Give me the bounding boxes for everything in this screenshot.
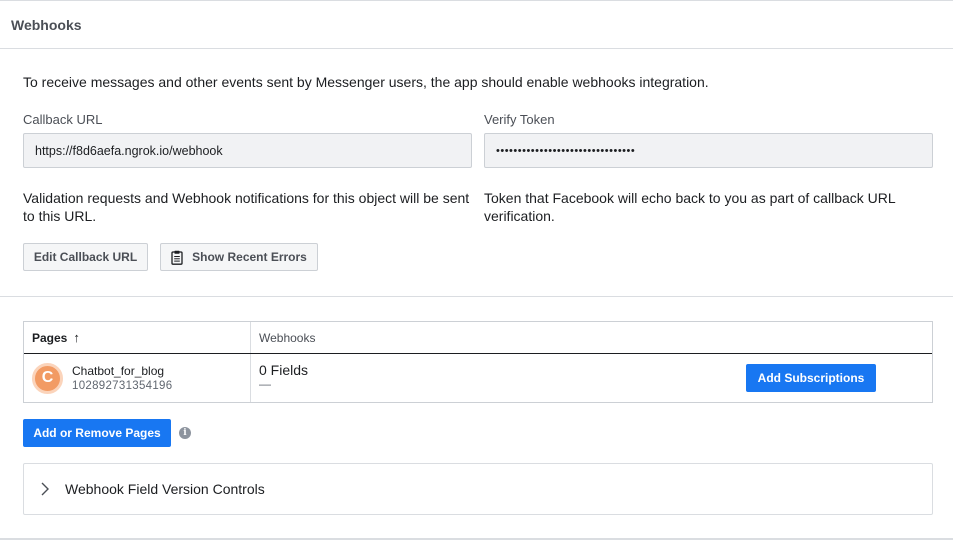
callback-url-label: Callback URL bbox=[23, 112, 103, 127]
sort-ascending-icon: ↑ bbox=[73, 330, 80, 345]
show-recent-errors-label: Show Recent Errors bbox=[192, 250, 307, 264]
page-cell: C Chatbot_for_blog 102892731354196 bbox=[24, 354, 251, 402]
column-header-pages[interactable]: Pages ↑ bbox=[24, 322, 251, 353]
verify-token-label: Verify Token bbox=[484, 112, 555, 127]
callback-url-help: Validation requests and Webhook notifica… bbox=[23, 190, 470, 224]
clipboard-icon bbox=[171, 250, 183, 265]
fields-count: 0 Fields bbox=[259, 362, 309, 378]
column-pages-label: Pages bbox=[32, 330, 68, 345]
column-header-webhooks: Webhooks bbox=[259, 330, 316, 345]
add-subscriptions-button[interactable]: Add Subscriptions bbox=[746, 364, 876, 392]
edit-callback-url-button[interactable]: Edit Callback URL bbox=[23, 243, 148, 271]
panel-title: Webhooks bbox=[0, 1, 953, 49]
callback-url-field[interactable]: https://f8d6aefa.ngrok.io/webhook bbox=[23, 133, 472, 168]
webhook-field-version-controls[interactable]: Webhook Field Version Controls bbox=[23, 463, 933, 515]
page-name: Chatbot_for_blog bbox=[72, 364, 165, 378]
avatar: C bbox=[32, 362, 63, 394]
intro-text: To receive messages and other events sen… bbox=[23, 74, 709, 90]
verify-token-field[interactable]: •••••••••••••••••••••••••••••••• bbox=[484, 133, 933, 168]
page-id: 102892731354196 bbox=[72, 380, 173, 392]
add-or-remove-pages-button[interactable]: Add or Remove Pages bbox=[23, 419, 171, 447]
chevron-right-icon bbox=[41, 482, 49, 496]
section-divider bbox=[0, 296, 953, 297]
page-info: Chatbot_for_blog 102892731354196 bbox=[72, 364, 172, 392]
table-row: C Chatbot_for_blog 102892731354196 0 Fie… bbox=[24, 354, 932, 402]
webhooks-cell: 0 Fields — bbox=[251, 354, 308, 402]
pages-table: Pages ↑ Webhooks C Chatbot_for_blog 1028… bbox=[23, 321, 933, 403]
info-icon[interactable]: i bbox=[179, 427, 191, 439]
table-header: Pages ↑ Webhooks bbox=[24, 322, 932, 354]
fields-detail: — bbox=[259, 377, 271, 391]
show-recent-errors-button[interactable]: Show Recent Errors bbox=[160, 243, 318, 271]
verify-token-help: Token that Facebook will echo back to yo… bbox=[484, 190, 896, 224]
accordion-label: Webhook Field Version Controls bbox=[65, 481, 265, 497]
